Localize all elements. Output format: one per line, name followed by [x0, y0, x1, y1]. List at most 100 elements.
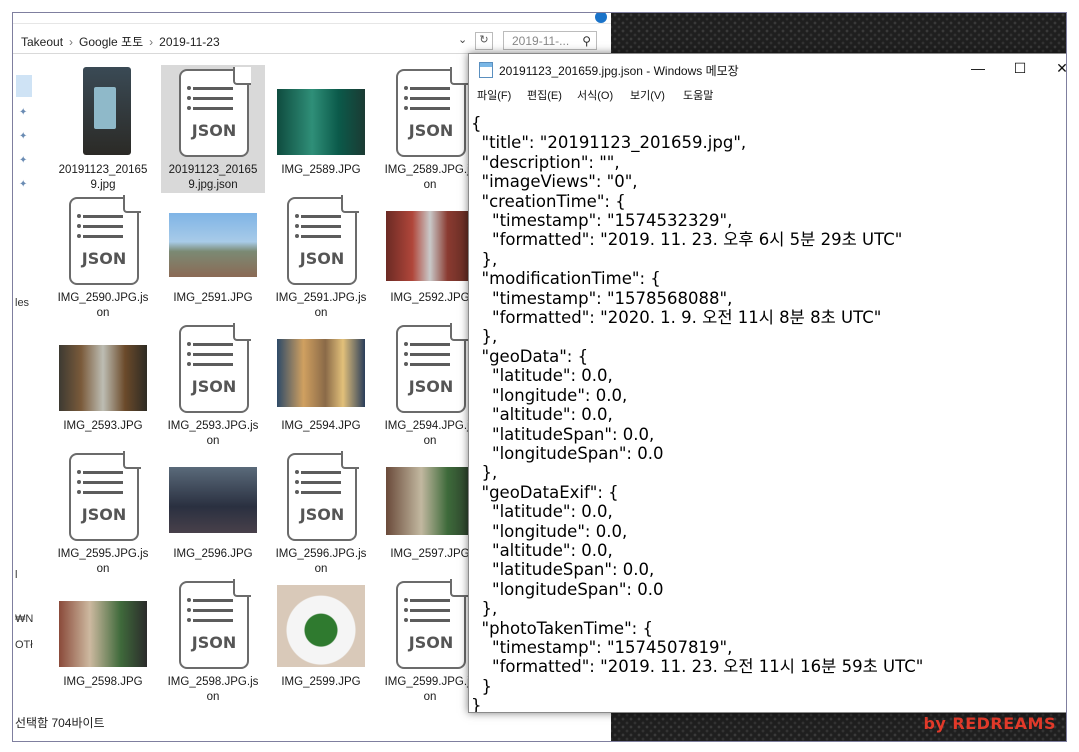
image-file-item[interactable]: IMG_2599.JPG [269, 577, 373, 690]
json-icon-text: JSON [191, 633, 237, 652]
json-icon-text: JSON [408, 377, 454, 396]
file-name-label: IMG_2598.JPG.js on [167, 676, 259, 703]
file-name-label: IMG_2591.JPG.js on [275, 292, 367, 319]
file-name-label: IMG_2594.JPG.js on [384, 420, 476, 447]
file-thumbnail[interactable]: JSON [378, 65, 482, 163]
image-file-item[interactable]: IMG_2597.JPG [378, 449, 482, 562]
json-file-item[interactable]: JSON IMG_2594.JPG.js on [378, 321, 482, 449]
photo-thumbnail [169, 213, 257, 277]
help-icon[interactable] [595, 13, 607, 23]
close-button[interactable]: ✕ [1051, 58, 1066, 78]
json-content[interactable]: { "title": "20191123_201659.jpg", "descr… [469, 110, 1066, 712]
file-thumbnail[interactable] [51, 321, 155, 419]
address-bar[interactable]: Takeout › Google 포토 › 2019-11-23 ⌄ ↻ 2019-11… [13, 29, 611, 54]
file-thumbnail[interactable]: JSON [161, 321, 265, 419]
json-icon-text: JSON [81, 505, 127, 524]
file-thumbnail[interactable]: JSON [161, 577, 265, 675]
json-file-item[interactable]: JSON IMG_2593.JPG.js on [161, 321, 265, 449]
chevron-down-icon[interactable]: ⌄ [458, 33, 467, 46]
file-thumbnail[interactable]: JSON [269, 193, 373, 291]
notepad-title-bar[interactable]: 20191123_201659.jpg.json - Windows 메모장 —… [469, 54, 1066, 84]
file-name-label: 20191123_20165 9.jpg.json [168, 164, 258, 191]
menu-format[interactable]: 서식(O) [577, 87, 613, 103]
file-thumbnail[interactable] [269, 577, 373, 675]
json-file-item[interactable]: JSON IMG_2591.JPG.js on [269, 193, 373, 321]
maximize-button[interactable]: ☐ [1009, 58, 1031, 78]
breadcrumb-google-photos[interactable]: Google 포토 [79, 35, 143, 49]
explorer-top-strip [13, 13, 611, 24]
json-file-icon: JSON [287, 451, 359, 541]
nav-item-fragment[interactable]: ₩N [15, 613, 33, 625]
minimize-button[interactable]: — [967, 58, 989, 78]
file-thumbnail[interactable] [161, 449, 265, 547]
file-thumbnail[interactable]: JSON [269, 449, 373, 547]
image-file-item[interactable]: IMG_2593.JPG [51, 321, 155, 434]
file-name-label: IMG_2593.JPG [63, 420, 143, 432]
json-file-icon: JSON [69, 195, 141, 285]
file-name-label: IMG_2599.JPG.js on [384, 676, 476, 703]
image-file-item[interactable]: IMG_2598.JPG [51, 577, 155, 690]
pin-icon[interactable]: ✦ [19, 179, 27, 190]
file-thumbnail[interactable] [378, 193, 482, 291]
nav-item-fragment[interactable]: OTł [15, 639, 33, 651]
file-name-label: IMG_2596.JPG [173, 548, 253, 560]
file-thumbnail[interactable]: JSON [161, 65, 265, 163]
file-name-label: IMG_2598.JPG [63, 676, 143, 688]
file-thumbnail[interactable]: JSON [378, 321, 482, 419]
file-thumbnail[interactable] [51, 577, 155, 675]
file-thumbnail[interactable] [161, 193, 265, 291]
file-name-label: IMG_2591.JPG [173, 292, 253, 304]
file-name-label: IMG_2595.JPG.js on [57, 548, 149, 575]
file-thumbnail[interactable] [51, 65, 155, 163]
image-file-item[interactable]: IMG_2592.JPG [378, 193, 482, 306]
image-file-item[interactable]: IMG_2594.JPG [269, 321, 373, 434]
file-thumbnail[interactable] [269, 65, 373, 163]
image-file-item[interactable]: IMG_2589.JPG [269, 65, 373, 178]
file-thumbnail[interactable]: JSON [378, 577, 482, 675]
json-file-item[interactable]: JSON IMG_2598.JPG.js on [161, 577, 265, 705]
menu-file[interactable]: 파일(F) [477, 87, 511, 103]
json-file-item[interactable]: JSON 20191123_20165 9.jpg.json [161, 65, 265, 193]
file-thumbnail[interactable] [378, 449, 482, 547]
file-thumbnail[interactable]: JSON [51, 449, 155, 547]
refresh-icon[interactable]: ↻ [475, 32, 493, 50]
notepad-menu-bar: 파일(F) 편집(E) 서식(O) 보기(V) 도움말 [469, 84, 1066, 106]
photo-thumbnail [59, 601, 147, 667]
notepad-text-area[interactable]: { "title": "20191123_201659.jpg", "descr… [469, 110, 1066, 712]
photo-thumbnail [277, 339, 365, 407]
pin-icon[interactable]: ✦ [19, 131, 27, 142]
json-file-icon: JSON [287, 195, 359, 285]
json-icon-text: JSON [191, 377, 237, 396]
file-name-label: IMG_2593.JPG.js on [167, 420, 259, 447]
file-thumbnail[interactable] [269, 321, 373, 419]
json-icon-text: JSON [191, 121, 237, 140]
search-input[interactable]: 2019-11-... ⚲ [503, 31, 597, 50]
image-file-item[interactable]: IMG_2591.JPG [161, 193, 265, 306]
photo-thumbnail [277, 585, 365, 667]
nav-item-fragment[interactable]: les [15, 297, 29, 309]
menu-view[interactable]: 보기(V) [630, 87, 665, 103]
image-file-item[interactable]: 20191123_20165 9.jpg [51, 65, 155, 193]
breadcrumb[interactable]: Takeout › Google 포토 › 2019-11-23 [21, 33, 220, 50]
search-icon[interactable]: ⚲ [582, 32, 591, 51]
breadcrumb-takeout[interactable]: Takeout [21, 35, 63, 49]
nav-selected-item[interactable] [16, 75, 32, 97]
pin-icon[interactable]: ✦ [19, 155, 27, 166]
status-text: 선택함 704바이트 [15, 716, 105, 730]
file-name-label: IMG_2599.JPG [281, 676, 361, 688]
pin-icon[interactable]: ✦ [19, 107, 27, 118]
image-file-item[interactable]: IMG_2596.JPG [161, 449, 265, 562]
json-file-item[interactable]: JSON IMG_2595.JPG.js on [51, 449, 155, 577]
file-name-label: IMG_2592.JPG [390, 292, 470, 304]
file-thumbnail[interactable]: JSON [51, 193, 155, 291]
json-icon-text: JSON [408, 121, 454, 140]
menu-help[interactable]: 도움말 [683, 87, 713, 103]
json-file-item[interactable]: JSON IMG_2589.JPG.js on [378, 65, 482, 193]
json-file-item[interactable]: JSON IMG_2596.JPG.js on [269, 449, 373, 577]
json-file-item[interactable]: JSON IMG_2590.JPG.js on [51, 193, 155, 321]
photo-thumbnail [277, 89, 365, 155]
breadcrumb-date-folder[interactable]: 2019-11-23 [159, 35, 220, 49]
nav-item-fragment[interactable]: l [15, 569, 17, 581]
json-file-item[interactable]: JSON IMG_2599.JPG.js on [378, 577, 482, 705]
menu-edit[interactable]: 편집(E) [527, 87, 562, 103]
